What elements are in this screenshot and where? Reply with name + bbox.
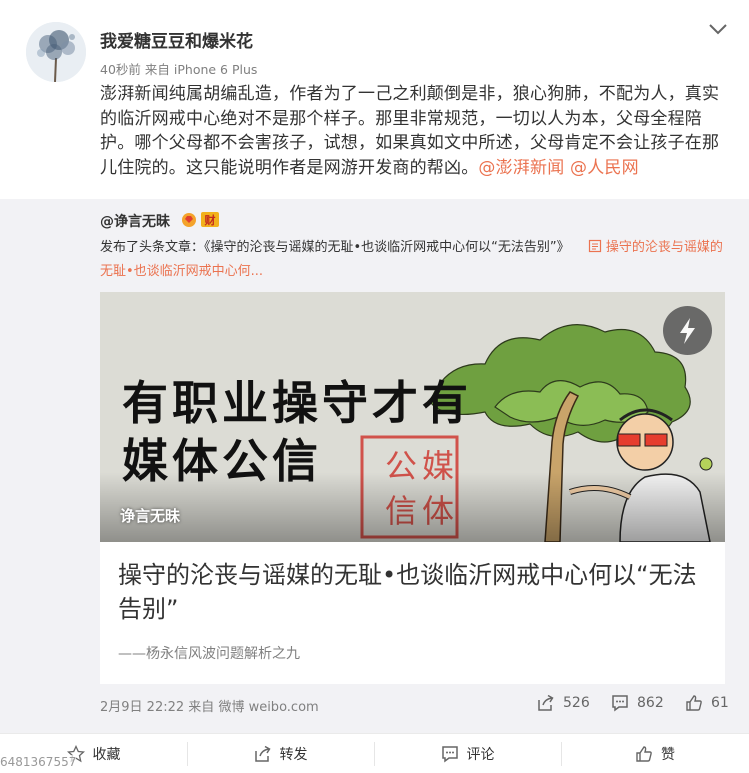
cover-headline: 有职业操守才有 媒体公信 (122, 374, 472, 490)
post-meta: 40秒前 来自 iPhone 6 Plus (100, 59, 257, 78)
via-prefix: 来自 (188, 700, 215, 715)
comment-count-button[interactable]: 862 (611, 694, 664, 712)
lightning-icon (680, 318, 695, 344)
repost-meta: 2月9日 22:22 来自 微博 weibo.com (100, 696, 319, 715)
comment-label: 评论 (466, 747, 495, 763)
like-label: 赞 (661, 747, 675, 763)
post-source[interactable]: iPhone 6 Plus (174, 62, 258, 77)
original-text-prefix: 发布了头条文章：《操守的沦丧与谣媒的无耻•也谈临沂网戒中心何以“无法告别”》 (100, 240, 570, 255)
article-icon (588, 239, 601, 253)
mention-link[interactable]: @人民网 (570, 158, 639, 178)
source-prefix: 来自 (144, 62, 170, 77)
post-time[interactable]: 40秒前 (100, 62, 141, 77)
mention-link[interactable]: @澎湃新闻 (478, 158, 564, 178)
comment-count: 862 (637, 695, 664, 711)
badge-icons: 财 (182, 212, 219, 227)
post-username[interactable]: 我爱糖豆豆和爆米花 (100, 27, 253, 52)
original-text: 发布了头条文章：《操守的沦丧与谣媒的无耻•也谈临沂网戒中心何以“无法告别”》 操… (100, 236, 724, 284)
avatar[interactable] (26, 22, 86, 82)
article-card[interactable]: 公 媒 信 体 有职业操守才有 媒体公信 诤言无昧 (100, 292, 725, 684)
article-title[interactable]: 操守的沦丧与谣媒的无耻•也谈临沂网戒中心何以“无法告别” (118, 558, 708, 626)
comment-button[interactable]: 评论 (374, 734, 561, 773)
repost-count-button[interactable]: 526 (537, 694, 590, 712)
like-count-button[interactable]: 61 (685, 694, 729, 712)
like-count: 61 (711, 695, 729, 711)
flash-button[interactable] (663, 306, 712, 355)
article-subtitle: ——杨永信风波问题解析之九 (118, 646, 300, 662)
chevron-down-icon[interactable] (707, 18, 729, 40)
forward-icon (254, 745, 271, 762)
cover-headline-line-2: 媒体公信 (122, 434, 322, 488)
action-bar: 收藏 转发 评论 赞 (0, 733, 749, 773)
share-icon (538, 694, 554, 711)
cover-source-label: 诤言无昧 (120, 507, 181, 525)
article-cover-image: 公 媒 信 体 有职业操守才有 媒体公信 诤言无昧 (100, 292, 725, 542)
favorite-label: 收藏 (92, 747, 121, 763)
weibo-post-card: 我爱糖豆豆和爆米花 40秒前 来自 iPhone 6 Plus 澎湃新闻纯属胡编… (0, 0, 749, 773)
watermark-id: 6481367557 (0, 755, 77, 769)
forward-label: 转发 (279, 747, 308, 763)
finance-badge-label: 财 (204, 213, 216, 227)
thumbs-up-icon (686, 695, 702, 711)
like-button[interactable]: 赞 (561, 734, 749, 773)
cover-headline-line-1: 有职业操守才有 (122, 376, 472, 430)
thumbs-up-icon (636, 746, 652, 762)
repost-via[interactable]: 微博 weibo.com (218, 700, 318, 715)
comment-icon (612, 695, 628, 712)
comment-icon (441, 746, 458, 763)
repost-count: 526 (563, 695, 590, 711)
original-author[interactable]: @诤言无昧 (100, 211, 170, 231)
post-text: 澎湃新闻纯属胡编乱造，作者为了一己之利颠倒是非，狼心狗肺，不配为人，真实的临沂网… (100, 82, 725, 180)
repost-date[interactable]: 2月9日 22:22 (100, 700, 184, 715)
forward-button[interactable]: 转发 (187, 734, 374, 773)
